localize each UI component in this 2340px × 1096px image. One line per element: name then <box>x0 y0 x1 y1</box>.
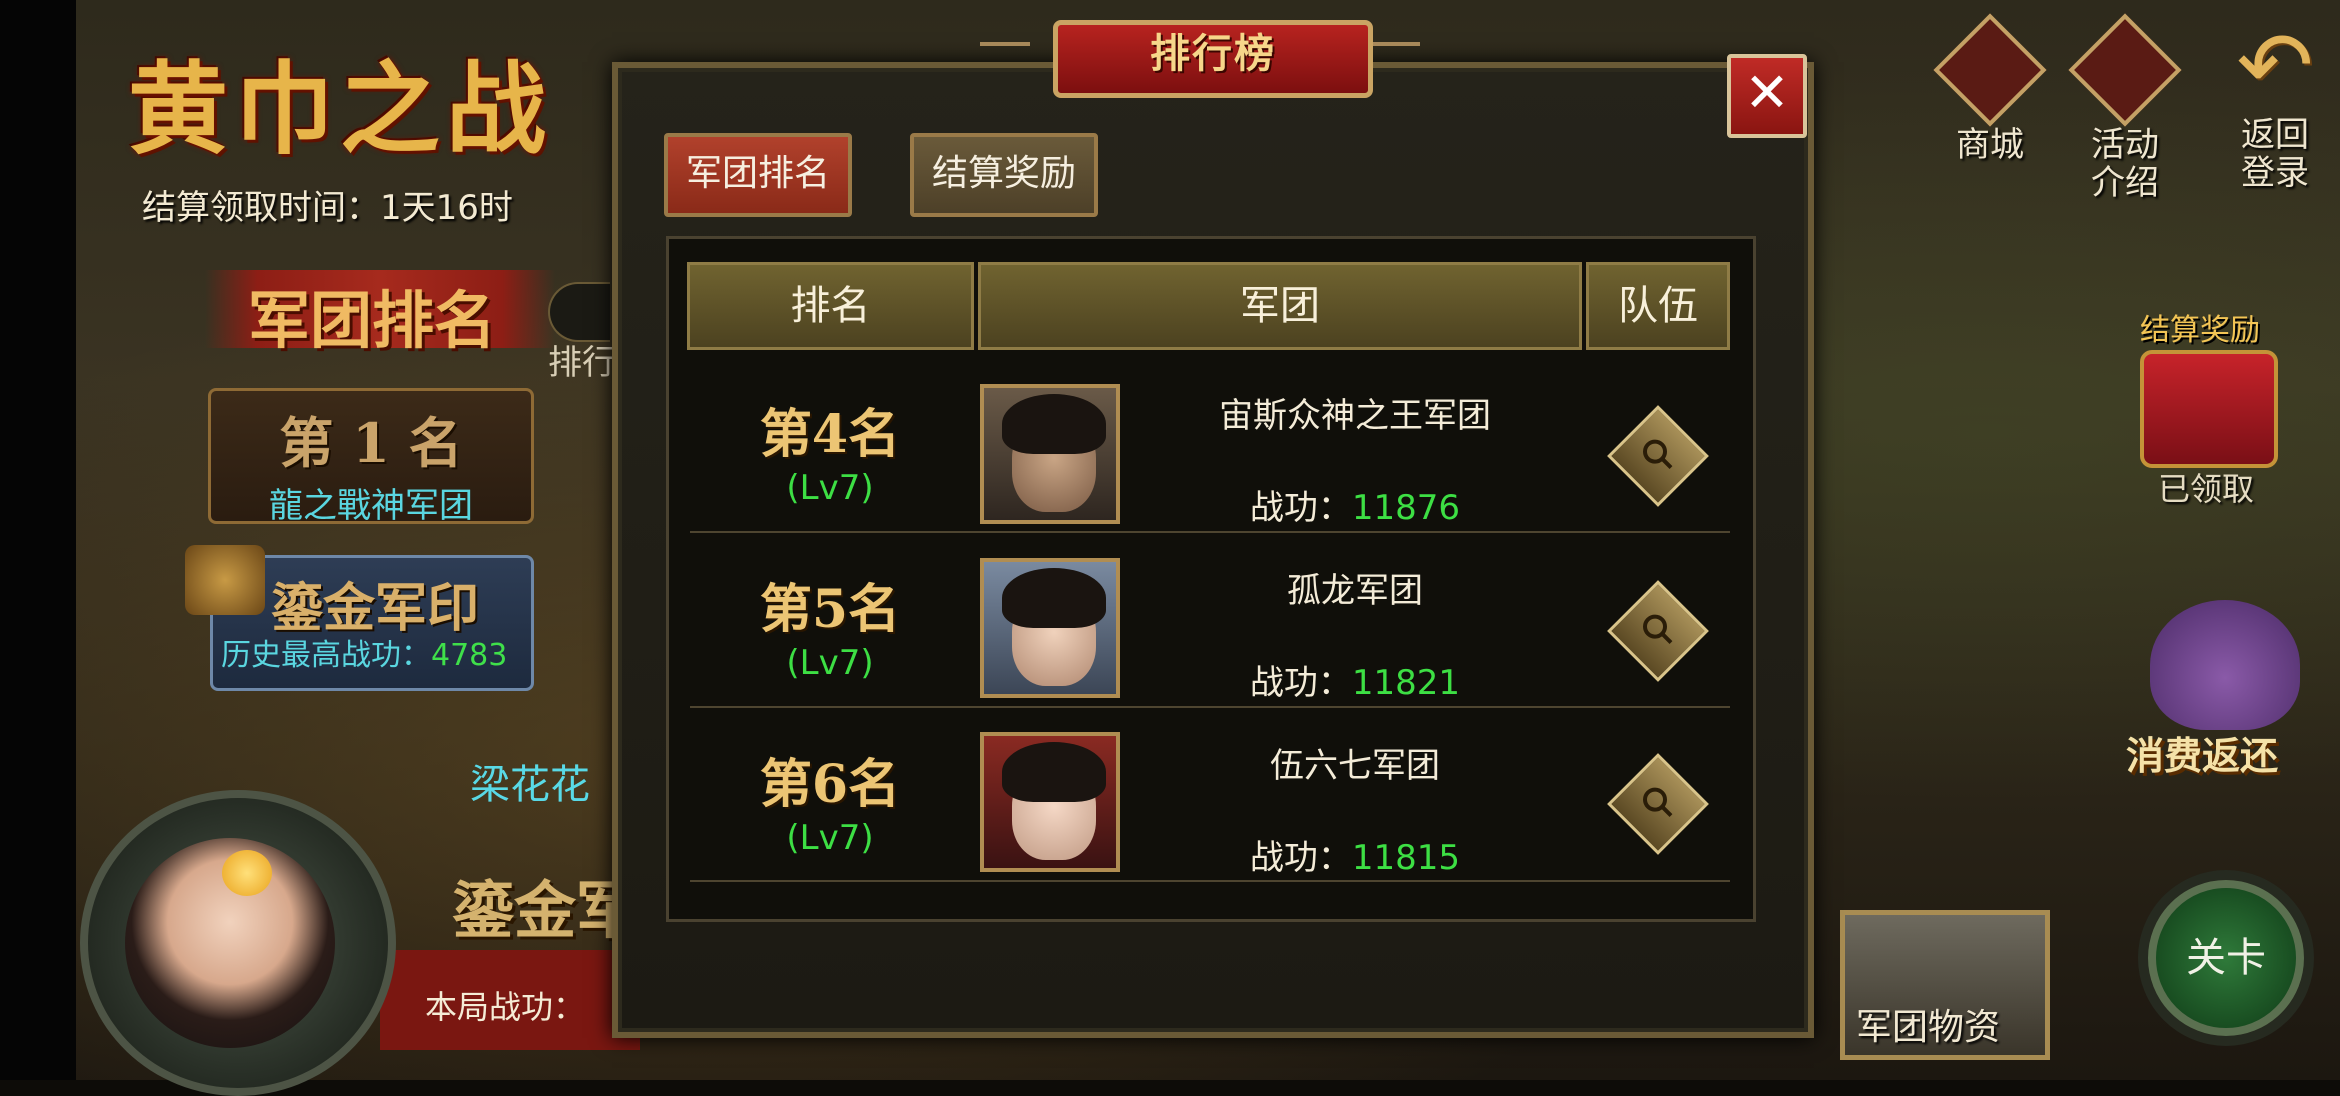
corps-merit: 战功：11876 <box>1130 480 1580 529</box>
row-rank: 第6名 <box>759 754 901 815</box>
player-name-partial: 梁花花 <box>470 762 590 808</box>
shop-button[interactable]: 商城 <box>1930 13 2050 165</box>
row-divider <box>690 880 1730 882</box>
row-level: (Lv7) <box>786 468 874 508</box>
first-place-name: 龍之戰神军团 <box>269 486 473 526</box>
column-header-corps: 军团 <box>978 262 1582 350</box>
merit-value: 11821 <box>1351 663 1461 703</box>
seal-icon <box>185 545 265 615</box>
shop-icon <box>1933 13 2047 127</box>
merit-value: 11876 <box>1351 488 1461 528</box>
search-icon <box>1643 787 1673 817</box>
history-value: 4783 <box>431 638 508 673</box>
return-label-1: 返回 <box>2241 115 2309 155</box>
corps-avatar <box>980 384 1120 524</box>
flower-ornament-icon <box>222 850 272 896</box>
activity-icon <box>2068 13 2182 127</box>
row-rank: 第5名 <box>759 579 901 640</box>
corps-supplies-label: 军团物资 <box>1856 1007 2001 1048</box>
return-label-2: 登录 <box>2241 153 2309 193</box>
merit-value: 11815 <box>1351 838 1461 878</box>
return-arrow-icon: ↶ <box>2236 12 2314 119</box>
row-rank: 第4名 <box>759 404 901 465</box>
first-place-card: 第 1 名 龍之戰神军团 <box>208 388 534 526</box>
rebate-label: 消费返还 <box>2126 734 2279 778</box>
return-login-button[interactable]: ↶ 返回 登录 <box>2215 12 2335 193</box>
left-letterbox <box>0 0 76 1080</box>
settle-time-text: 结算领取时间：1天16时 <box>142 188 513 228</box>
column-header-rank: 排名 <box>687 262 974 350</box>
close-button[interactable]: ✕ <box>1727 54 1807 138</box>
rebate-bag-icon[interactable] <box>2150 600 2300 730</box>
corps-avatar <box>980 558 1120 698</box>
merit-label: 战功： <box>1249 663 1352 703</box>
row-divider <box>690 531 1730 533</box>
ranking-tab-label: 排行 <box>548 343 616 383</box>
current-merit-label: 本局战功： <box>425 988 586 1026</box>
merit-label: 战功： <box>1249 838 1352 878</box>
corps-avatar <box>980 732 1120 872</box>
title-wing-left <box>980 42 1030 70</box>
corps-name: 伍六七军团 <box>1270 746 1440 786</box>
column-header-team: 队伍 <box>1586 262 1730 350</box>
activity-label-2: 介绍 <box>2091 163 2159 203</box>
corps-name: 宙斯众神之王军团 <box>1219 396 1491 436</box>
tab-settle-reward[interactable]: 结算奖励 <box>910 133 1098 217</box>
row-level: (Lv7) <box>786 643 874 683</box>
reward-status: 已领取 <box>2158 470 2255 508</box>
seal-history: 历史最高战功：4783 <box>221 630 507 674</box>
corps-merit: 战功：11815 <box>1130 830 1580 879</box>
history-label: 历史最高战功： <box>221 638 431 673</box>
ranking-tab-button[interactable] <box>548 282 610 342</box>
corps-name: 孤龙军团 <box>1287 571 1423 611</box>
level-button[interactable]: 关卡 <box>2148 880 2304 1036</box>
corps-merit: 战功：11821 <box>1130 655 1580 704</box>
rank-banner-title: 军团排名 <box>248 284 497 357</box>
row-level: (Lv7) <box>786 818 874 858</box>
tab-corps-ranking[interactable]: 军团排名 <box>664 133 852 217</box>
merit-label: 战功： <box>1249 488 1352 528</box>
title-wing-right <box>1370 42 1420 70</box>
search-icon <box>1643 614 1673 644</box>
settle-reward-title: 结算奖励 <box>2140 313 2260 348</box>
activity-label-1: 活动 <box>2091 125 2159 165</box>
shop-label: 商城 <box>1956 125 2024 165</box>
activity-info-button[interactable]: 活动 介绍 <box>2065 13 2185 203</box>
event-title: 黄巾之战 <box>128 50 552 168</box>
search-icon <box>1643 439 1673 469</box>
gold-title-partial: 鎏金军 <box>452 874 639 947</box>
first-place-rank: 第 1 名 <box>279 411 463 475</box>
row-divider <box>690 706 1730 708</box>
reward-chest-icon[interactable] <box>2140 350 2278 468</box>
modal-title: 排行榜 <box>1053 20 1373 98</box>
